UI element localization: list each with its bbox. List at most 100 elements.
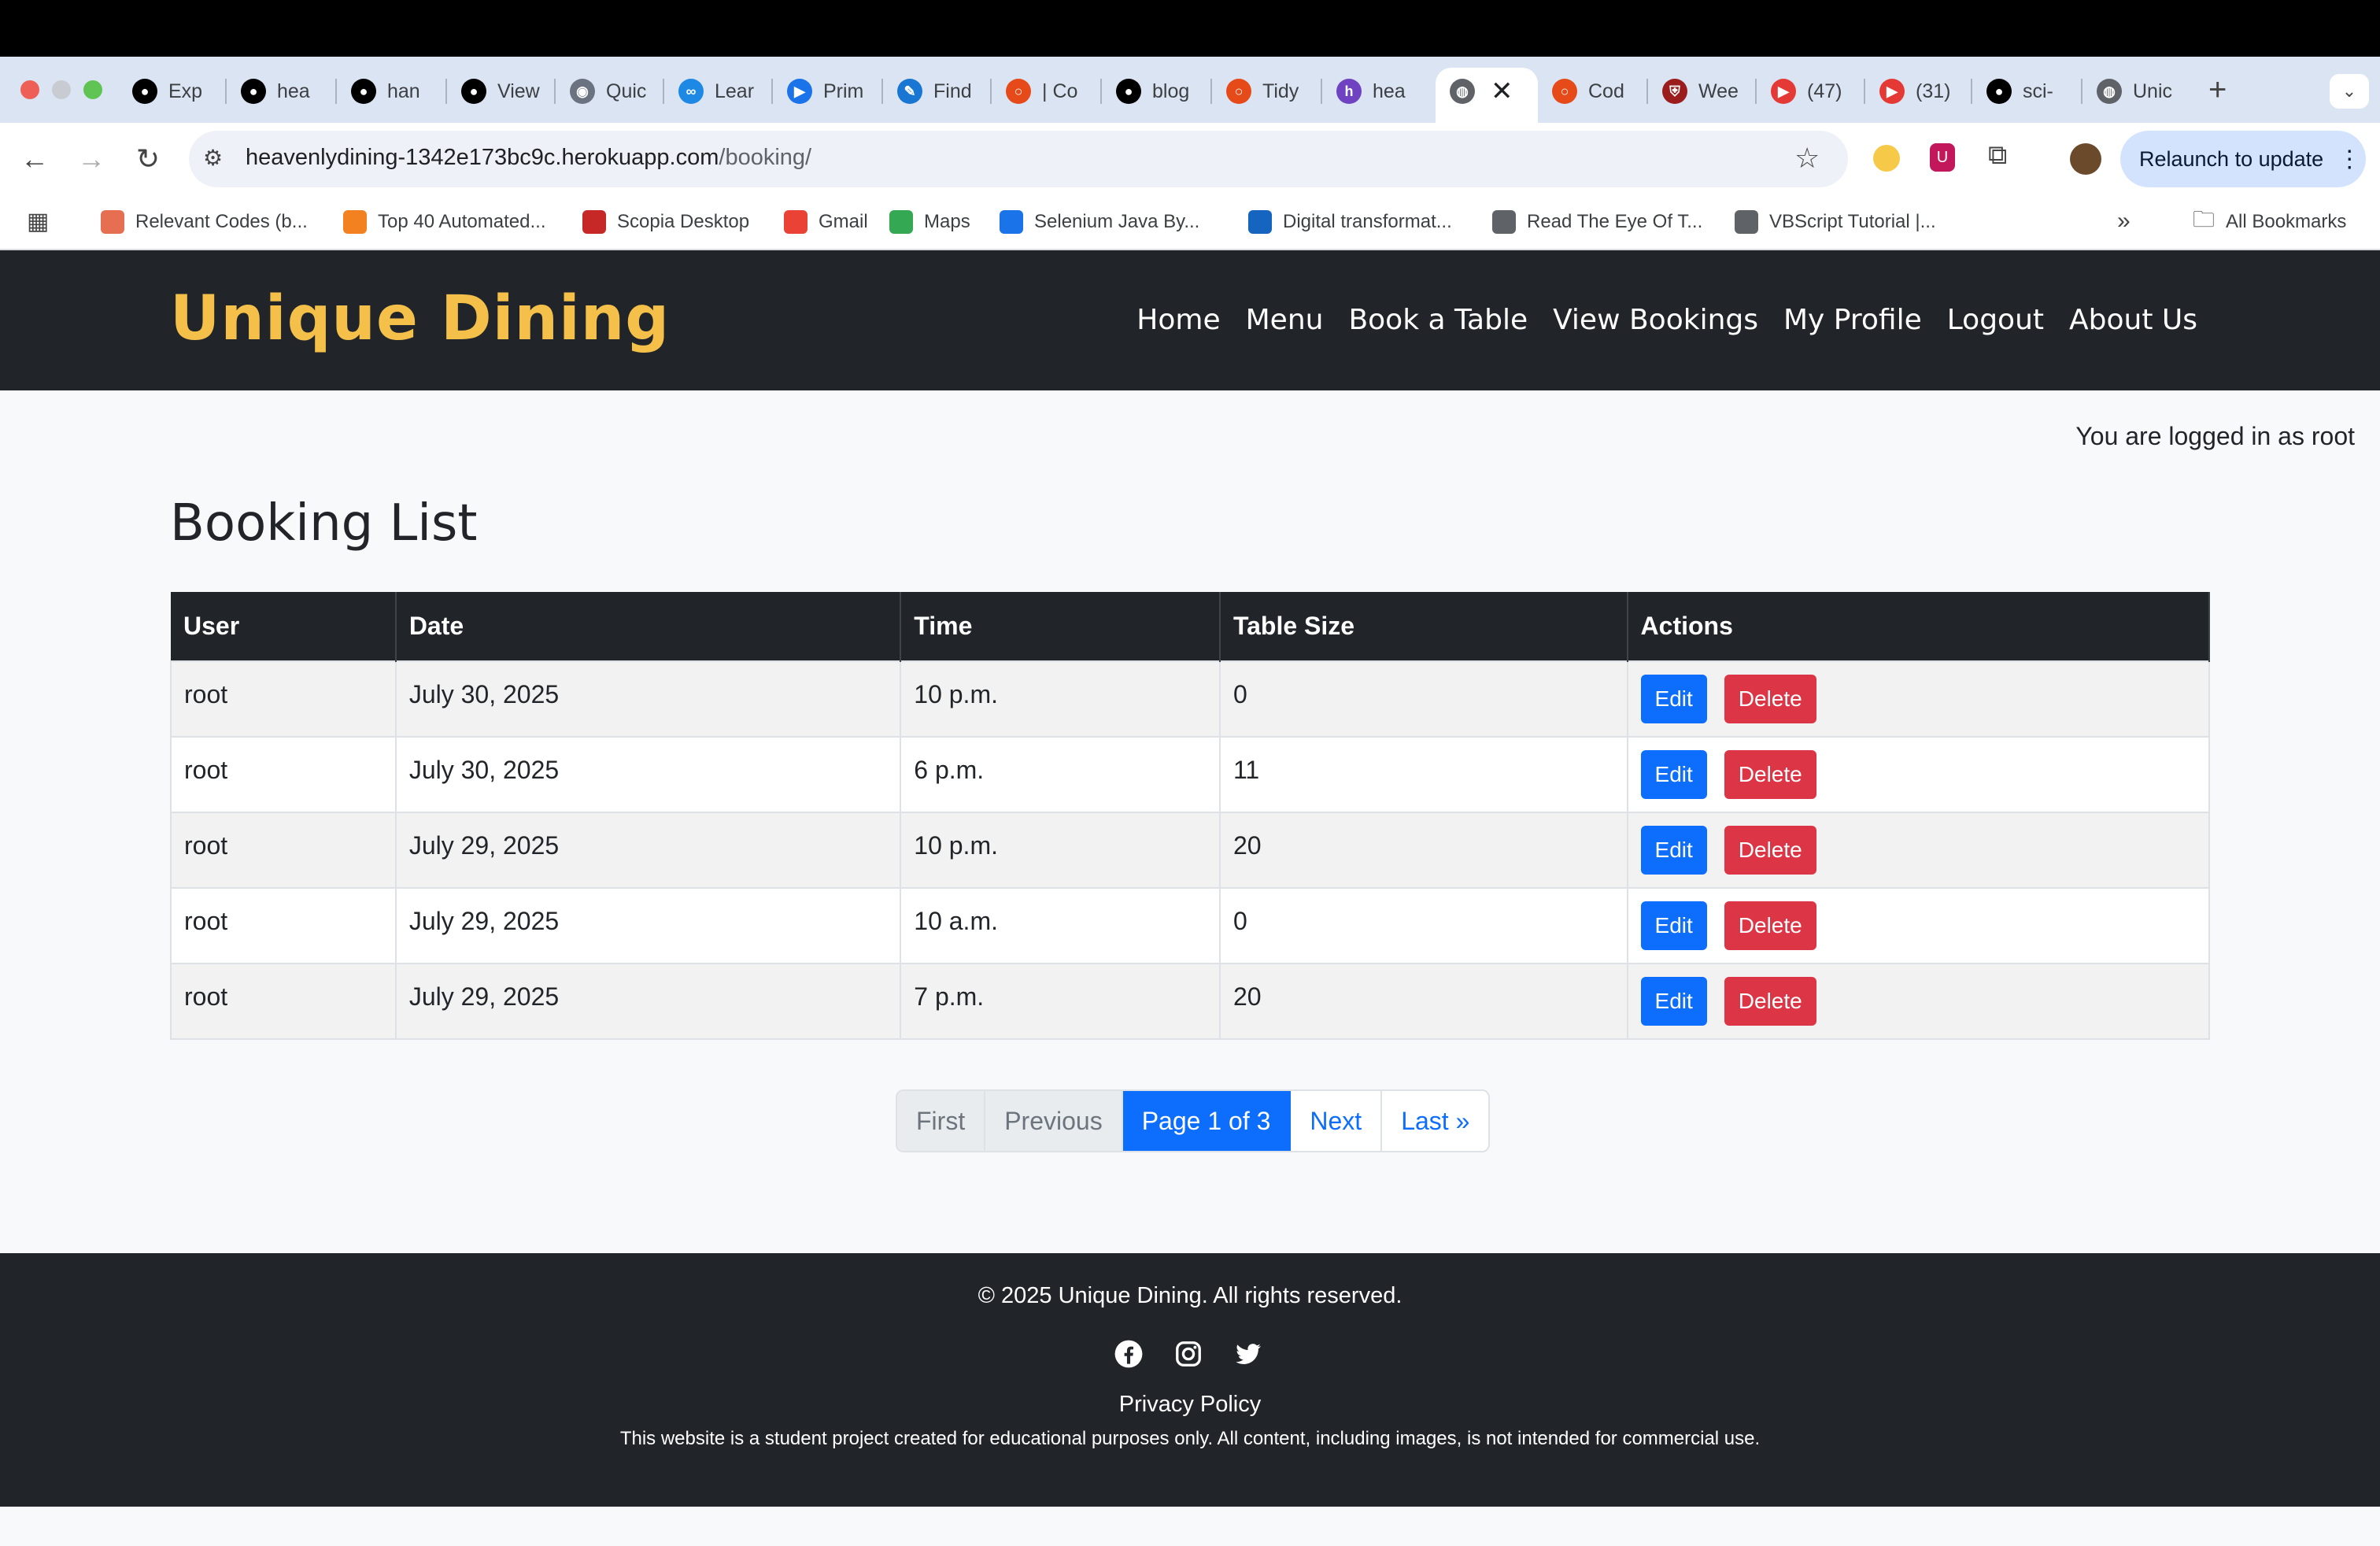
bookmark-label: Top 40 Automated...: [378, 211, 546, 232]
page-first-button[interactable]: First: [897, 1091, 986, 1151]
browser-tab[interactable]: ◍ Unic: [2097, 72, 2172, 110]
cell-date-value: July 29, 2025: [408, 830, 560, 860]
browser-tab[interactable]: ● sci-: [1986, 72, 2053, 110]
bookings-table: User Date Time Table Size Actions root Ju…: [170, 592, 2211, 1040]
cell-size: 20: [1218, 963, 1628, 1040]
privacy-policy-link[interactable]: Privacy Policy: [0, 1392, 2380, 1418]
servicenow-icon: [1248, 210, 1272, 234]
screen-top-bar: [0, 0, 2380, 57]
url-text[interactable]: heavenlydining-1342e173bc9c.herokuapp.co…: [246, 145, 811, 171]
ublock-icon[interactable]: U: [1930, 143, 1955, 172]
browser-tab-label: Quic: [606, 80, 647, 102]
cell-actions: Edit Delete: [1626, 963, 2211, 1040]
profile-avatar[interactable]: [2070, 143, 2101, 175]
all-bookmarks-folder[interactable]: 🗀 All Bookmarks: [2193, 206, 2346, 238]
browser-tab[interactable]: ● han: [351, 72, 420, 110]
delete-button[interactable]: Delete: [1724, 901, 1816, 950]
bookmark-item[interactable]: Relevant Codes (b...: [101, 206, 308, 238]
tab-separator: [554, 79, 556, 104]
bookmark-star-icon[interactable]: ☆: [1794, 142, 1820, 175]
edit-button[interactable]: Edit: [1640, 977, 1707, 1026]
browser-tab[interactable]: ○ | Co: [1006, 72, 1077, 110]
new-tab-icon[interactable]: +: [2208, 72, 2227, 108]
page-previous-button[interactable]: Previous: [985, 1091, 1123, 1151]
forward-icon[interactable]: →: [72, 140, 110, 178]
browser-tab[interactable]: ○ Tidy: [1226, 72, 1299, 110]
browser-tab[interactable]: ● blog: [1116, 72, 1189, 110]
nav-link-logout[interactable]: Logout: [1947, 304, 2044, 336]
browser-tab[interactable]: ◍: [1450, 72, 1486, 110]
close-window-button[interactable]: [20, 80, 39, 99]
close-tab-icon[interactable]: ✕: [1491, 76, 1513, 107]
table-row: root July 29, 2025 7 p.m. 20 Edit Delete: [170, 963, 2211, 1040]
bookmark-item[interactable]: Read The Eye Of T...: [1492, 206, 1702, 238]
extension-icon[interactable]: [1873, 145, 1900, 172]
nav-link-my-profile[interactable]: My Profile: [1783, 304, 1922, 336]
reload-icon[interactable]: ↻: [129, 140, 167, 178]
delete-button[interactable]: Delete: [1724, 977, 1816, 1026]
bookmark-item[interactable]: Maps: [889, 206, 970, 238]
edit-button[interactable]: Edit: [1640, 750, 1707, 799]
cell-date: July 29, 2025: [394, 812, 902, 889]
extensions-puzzle-icon[interactable]: ⧉: [1988, 140, 2007, 171]
bookmark-label: Read The Eye Of T...: [1527, 211, 1703, 232]
menu-icon[interactable]: ⋮: [2338, 146, 2361, 173]
page-last-button[interactable]: Last »: [1382, 1091, 1489, 1151]
page-next-button[interactable]: Next: [1291, 1091, 1383, 1151]
browser-tab[interactable]: h hea: [1336, 72, 1406, 110]
tab-search-icon[interactable]: ⌄: [2330, 74, 2369, 109]
edit-button[interactable]: Edit: [1640, 901, 1707, 950]
brand-logo[interactable]: Unique Dining: [170, 283, 670, 354]
browser-tab[interactable]: ▶ Prim: [787, 72, 863, 110]
bookmark-icon: [1000, 210, 1023, 234]
page-current-indicator: Page 1 of 3: [1122, 1091, 1292, 1151]
browser-tab[interactable]: ▶ (47): [1771, 72, 1842, 110]
back-icon[interactable]: ←: [16, 140, 54, 178]
bookmark-item[interactable]: Digital transformat...: [1248, 206, 1452, 238]
browser-tab-label: Wee: [1698, 80, 1739, 102]
edit-button[interactable]: Edit: [1640, 826, 1707, 875]
all-bookmarks-label: All Bookmarks: [2226, 211, 2347, 232]
instagram-icon[interactable]: [1173, 1338, 1204, 1370]
nav-link-menu[interactable]: Menu: [1246, 304, 1324, 336]
nav-link-book-a-table[interactable]: Book a Table: [1348, 304, 1528, 336]
edit-button[interactable]: Edit: [1640, 675, 1707, 723]
nav-link-about-us[interactable]: About Us: [2069, 304, 2197, 336]
social-links: [1113, 1338, 1264, 1370]
circle-icon: ○: [1226, 79, 1251, 104]
browser-tab[interactable]: ⛨ Wee: [1662, 72, 1739, 110]
bookmarks-overflow-icon[interactable]: »: [2117, 208, 2131, 235]
relaunch-button[interactable]: Relaunch to update ⋮: [2120, 131, 2366, 187]
minimize-window-button[interactable]: [52, 80, 71, 99]
nav-link-home[interactable]: Home: [1136, 304, 1220, 336]
maximize-window-button[interactable]: [83, 80, 102, 99]
nav-link-view-bookings[interactable]: View Bookings: [1553, 304, 1758, 336]
browser-tab-label: Find: [933, 80, 972, 102]
bookmark-item[interactable]: Scopia Desktop: [582, 206, 749, 238]
browser-tab[interactable]: ▶ (31): [1879, 72, 1950, 110]
twitter-icon[interactable]: [1232, 1338, 1264, 1370]
facebook-icon[interactable]: [1113, 1338, 1144, 1370]
cell-actions: Edit Delete: [1626, 736, 2211, 813]
bookmark-item[interactable]: Gmail: [784, 206, 868, 238]
bookmark-item[interactable]: VBScript Tutorial |...: [1735, 206, 1936, 238]
browser-tab-label: sci-: [2023, 80, 2053, 102]
browser-tab[interactable]: ● View: [461, 72, 540, 110]
delete-button[interactable]: Delete: [1724, 675, 1816, 723]
browser-tab[interactable]: ● hea: [241, 72, 310, 110]
bookmark-item[interactable]: Selenium Java By...: [1000, 206, 1199, 238]
cell-user: root: [170, 963, 397, 1040]
browser-tab[interactable]: ● Exp: [132, 72, 202, 110]
cell-actions: Edit Delete: [1626, 812, 2211, 889]
browser-tab[interactable]: ✎ Find: [897, 72, 972, 110]
browser-tab[interactable]: ◉ Quic: [570, 72, 646, 110]
delete-button[interactable]: Delete: [1724, 826, 1816, 875]
site-info-icon[interactable]: ⚙: [203, 145, 223, 171]
browser-tab[interactable]: ○ Cod: [1552, 72, 1624, 110]
robot-icon: [582, 210, 606, 234]
apps-grid-icon[interactable]: ▦: [27, 208, 49, 235]
browser-tab[interactable]: ∞ Lear: [678, 72, 754, 110]
header-date: Date: [395, 592, 902, 661]
delete-button[interactable]: Delete: [1724, 750, 1816, 799]
bookmark-item[interactable]: Top 40 Automated...: [343, 206, 545, 238]
